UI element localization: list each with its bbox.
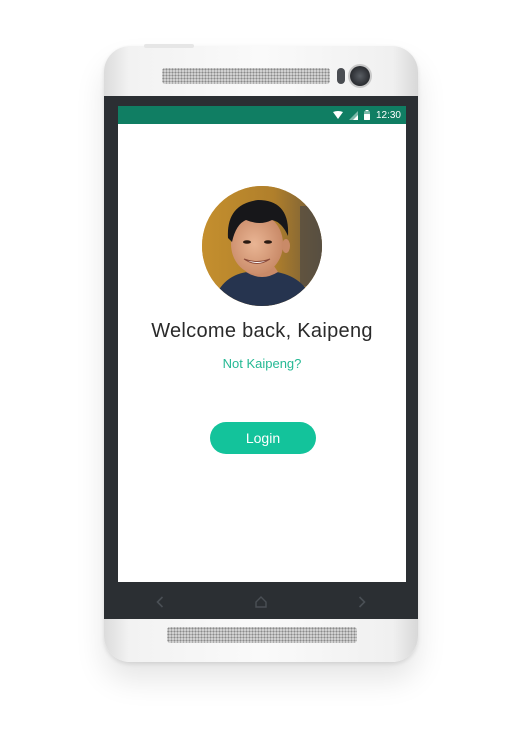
welcome-heading: Welcome back, Kaipeng bbox=[151, 320, 373, 342]
login-button[interactable]: Login bbox=[210, 422, 316, 454]
navigation-bar bbox=[104, 584, 418, 619]
home-icon[interactable] bbox=[251, 592, 271, 612]
front-camera bbox=[350, 66, 370, 86]
status-time: 12:30 bbox=[375, 109, 401, 121]
not-user-link[interactable]: Not Kaipeng? bbox=[118, 356, 406, 371]
phone-frame: 12:30 Welcome back, Kaipeng Not Kaipeng?… bbox=[104, 44, 418, 662]
bottom-speaker-grille bbox=[167, 627, 357, 643]
app-screen: 12:30 Welcome back, Kaipeng Not Kaipeng?… bbox=[118, 106, 406, 582]
signal-icon bbox=[348, 110, 358, 120]
back-icon[interactable] bbox=[150, 592, 170, 612]
status-bar: 12:30 bbox=[118, 106, 406, 124]
battery-icon bbox=[363, 110, 370, 120]
avatar bbox=[202, 186, 322, 306]
wifi-icon bbox=[332, 110, 343, 120]
top-speaker-grille bbox=[162, 68, 330, 84]
screen-bezel: 12:30 Welcome back, Kaipeng Not Kaipeng?… bbox=[104, 96, 418, 619]
power-button bbox=[144, 44, 194, 48]
forward-icon[interactable] bbox=[352, 592, 372, 612]
proximity-sensor bbox=[337, 68, 345, 84]
